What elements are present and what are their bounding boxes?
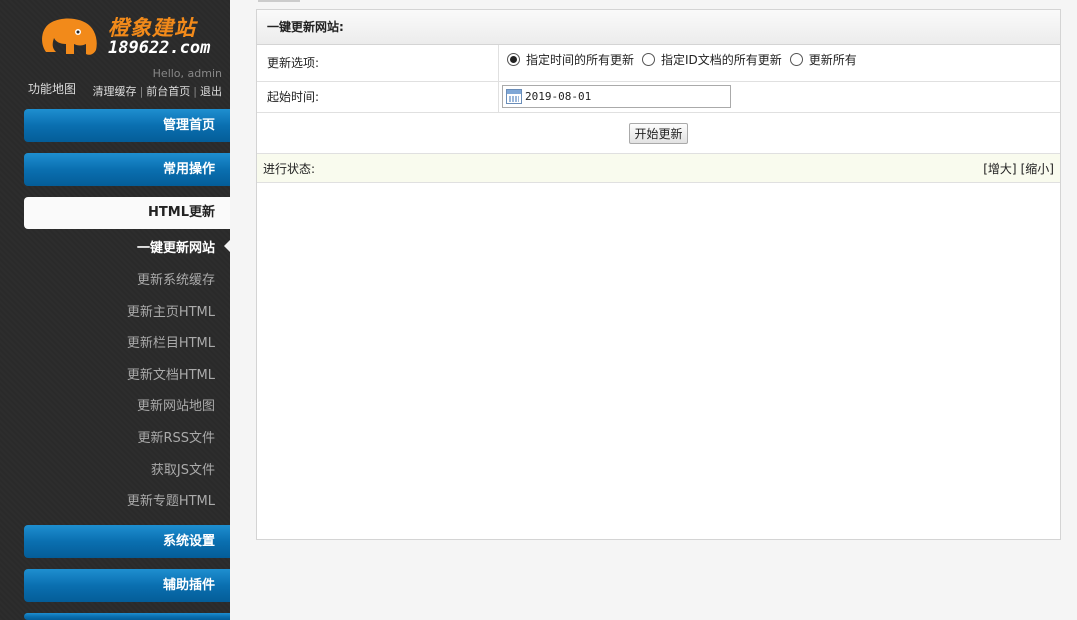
- sub-item-update-topic-html[interactable]: 更新专题HTML: [127, 490, 215, 509]
- menu-common-ops[interactable]: 常用操作: [24, 153, 230, 186]
- radio-by-time-label[interactable]: 指定时间的所有更新: [526, 51, 634, 68]
- sub-item-update-cache[interactable]: 更新系统缓存: [137, 269, 215, 288]
- radio-by-id-label[interactable]: 指定ID文档的所有更新: [661, 51, 782, 68]
- progress-output-area: [257, 183, 1060, 538]
- sitemap-link[interactable]: 功能地图: [28, 80, 76, 97]
- start-time-label: 起始时间:: [257, 82, 499, 112]
- current-item-pointer: [224, 240, 230, 252]
- sub-item-update-home-html[interactable]: 更新主页HTML: [127, 301, 215, 320]
- calendar-icon[interactable]: [506, 89, 522, 104]
- user-greeting: Hello, admin: [152, 67, 222, 80]
- logout-link[interactable]: 退出: [200, 85, 222, 98]
- radio-by-id[interactable]: [642, 53, 656, 66]
- divider: |: [193, 85, 197, 98]
- start-time-input[interactable]: 2019-08-01: [502, 85, 731, 108]
- sub-item-update-doc-html[interactable]: 更新文档HTML: [127, 364, 215, 383]
- start-time-value: 2019-08-01: [525, 90, 592, 103]
- sub-item-get-js[interactable]: 获取JS文件: [151, 459, 215, 478]
- update-option-group: 指定时间的所有更新 指定ID文档的所有更新 更新所有: [507, 51, 865, 68]
- menu-system-settings[interactable]: 系统设置: [24, 525, 230, 558]
- radio-all-label[interactable]: 更新所有: [809, 51, 857, 68]
- shrink-link[interactable]: [缩小]: [1021, 162, 1054, 176]
- panel-title: 一键更新网站:: [257, 10, 1060, 45]
- menu-plugins[interactable]: 辅助插件: [24, 569, 230, 602]
- status-size-controls: [增大] [缩小]: [979, 160, 1054, 177]
- start-update-button[interactable]: 开始更新: [629, 122, 688, 144]
- clear-cache-link[interactable]: 清理缓存: [93, 85, 137, 98]
- button-row: 开始更新: [257, 113, 1060, 154]
- sub-item-one-click-update[interactable]: 一键更新网站: [137, 237, 215, 256]
- elephant-logo-icon: [42, 18, 97, 55]
- sidebar: 橙象建站 189622.com Hello, admin 功能地图 清理缓存 | 前…: [0, 0, 230, 620]
- status-bar: 进行状态: [增大] [缩小]: [257, 154, 1060, 183]
- front-home-link[interactable]: 前台首页: [146, 85, 190, 98]
- top-tab-fragment: [258, 0, 300, 2]
- logo[interactable]: 橙象建站 189622.com: [38, 10, 211, 60]
- divider: |: [139, 85, 144, 98]
- options-row: 更新选项: 指定时间的所有更新 指定ID文档的所有更新 更新所有: [257, 45, 1060, 82]
- sub-item-update-rss[interactable]: 更新RSS文件: [137, 427, 215, 446]
- logo-text-en: 189622.com: [108, 38, 211, 58]
- sub-item-update-column-html[interactable]: 更新栏目HTML: [127, 332, 215, 351]
- radio-by-time[interactable]: [507, 53, 520, 66]
- sub-item-update-sitemap[interactable]: 更新网站地图: [137, 395, 215, 414]
- menu-html-update[interactable]: HTML更新: [24, 197, 230, 229]
- one-click-update-panel: 一键更新网站: 更新选项: 指定时间的所有更新 指定ID文档的所有更新 更新所有…: [256, 9, 1061, 540]
- top-links: 清理缓存 | 前台首页 | 退出: [93, 83, 222, 99]
- status-label: 进行状态:: [263, 161, 316, 176]
- enlarge-link[interactable]: [增大]: [983, 162, 1016, 176]
- start-time-row: 起始时间: 2019-08-01: [257, 82, 1060, 113]
- options-label: 更新选项:: [257, 45, 499, 81]
- menu-manage-home[interactable]: 管理首页: [24, 109, 230, 142]
- menu-next-partial[interactable]: [24, 613, 230, 620]
- radio-all[interactable]: [789, 53, 803, 66]
